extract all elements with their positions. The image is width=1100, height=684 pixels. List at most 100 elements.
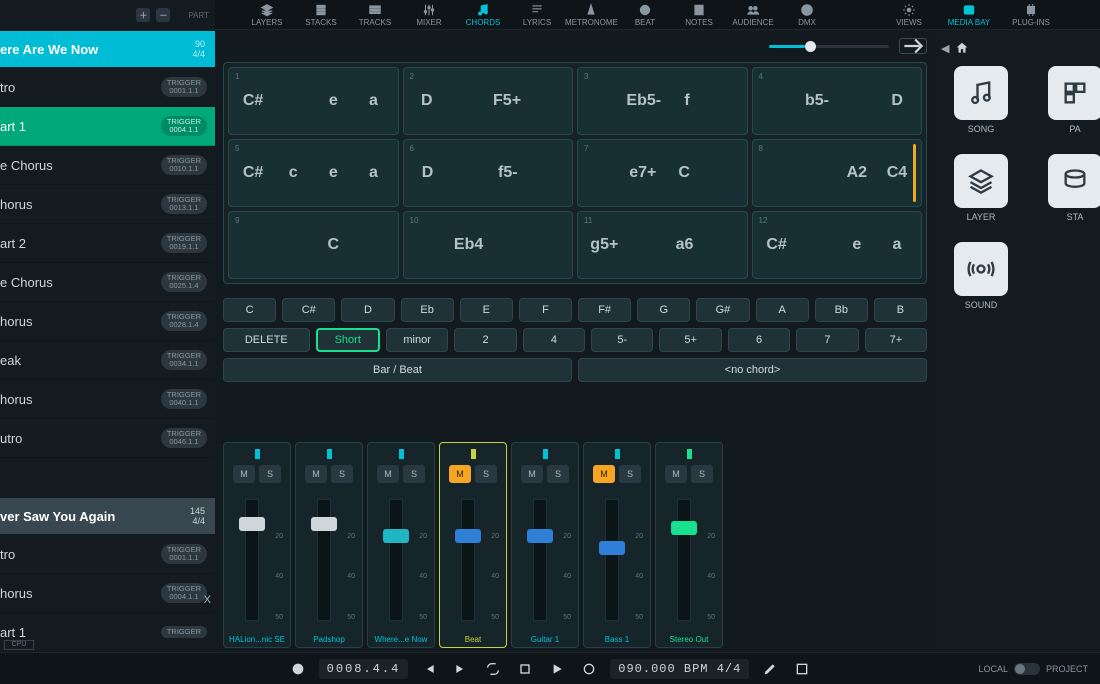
part-row[interactable]: utro TRIGGER0046.1.1 [0,419,215,458]
media-tile-sound[interactable]: SOUND [941,242,1021,310]
chord-bar[interactable]: 2DF5+ [403,67,574,135]
bar-beat-button[interactable]: Bar / Beat [223,358,572,382]
edit-2[interactable]: 2 [454,328,516,352]
nav-tracks[interactable]: TRACKS [349,3,401,27]
root-f[interactable]: F [519,298,572,322]
song-header-2[interactable]: ver Saw You Again 145 4/4 [0,498,215,534]
solo-button[interactable]: S [331,465,353,483]
edit-7[interactable]: 7 [796,328,858,352]
mute-button[interactable]: M [377,465,399,483]
play-button[interactable] [546,658,568,680]
mute-button[interactable]: M [521,465,543,483]
chord-bar[interactable]: 1C#ea [228,67,399,135]
edit-tempo-button[interactable] [759,658,781,680]
no-chord-button[interactable]: <no chord> [578,358,927,382]
chord-bar[interactable]: 9C [228,211,399,279]
channel-strip[interactable]: M S 204050 Padshop [295,442,363,648]
nav-media-bay[interactable]: MEDIA BAY [943,3,995,27]
edit-short[interactable]: Short [316,328,380,352]
fader-handle[interactable] [671,521,697,535]
root-g[interactable]: G [637,298,690,322]
nav-plug-ins[interactable]: PLUG-INS [1005,3,1057,27]
root-eb[interactable]: Eb [401,298,454,322]
nav-lyrics[interactable]: LYRICS [511,3,563,27]
nav-stacks[interactable]: STACKS [295,3,347,27]
channel-strip[interactable]: M S 204050 Stereo Out [655,442,723,648]
part-row[interactable]: art 1 TRIGGER0004.1.1 [0,107,215,146]
solo-button[interactable]: S [259,465,281,483]
zoom-slider[interactable] [769,45,889,48]
chord-bar[interactable]: 5C#cea [228,139,399,207]
record-button[interactable] [578,658,600,680]
chord-bar[interactable]: 10Eb4 [403,211,574,279]
chord-bar[interactable]: 11g5+a6 [577,211,748,279]
chord-bar[interactable]: 3Eb5-f [577,67,748,135]
solo-button[interactable]: S [547,465,569,483]
chord-bar[interactable]: 6Df5- [403,139,574,207]
prev-marker-button[interactable] [418,658,440,680]
root-gsharp[interactable]: G# [696,298,749,322]
chord-bar[interactable]: 8A2C4 [752,139,923,207]
part-row[interactable]: art 2 TRIGGER0019.1.1 [0,224,215,263]
part-row[interactable]: horus TRIGGER0004.1.1 [0,574,215,613]
local-project-switch[interactable] [1014,663,1040,675]
media-tile-song[interactable]: SONG [941,66,1021,134]
root-b[interactable]: B [874,298,927,322]
fader-handle[interactable] [455,529,481,543]
nav-mixer[interactable]: MIXER [403,3,455,27]
edit-5[interactable]: 5+ [659,328,721,352]
root-c[interactable]: C [223,298,276,322]
fader-handle[interactable] [311,517,337,531]
nav-layers[interactable]: LAYERS [241,3,293,27]
root-d[interactable]: D [341,298,394,322]
part-row[interactable]: tro TRIGGER0001.1.1 [0,68,215,107]
close-sidebar-button[interactable]: X [204,594,211,606]
media-tile-pa[interactable]: PA [1035,66,1100,134]
part-row[interactable]: eak TRIGGER0034.1.1 [0,341,215,380]
chord-bar[interactable]: 4b5-D [752,67,923,135]
nav-dmx[interactable]: DMX [781,3,833,27]
channel-strip[interactable]: M S 204050 Bass 1 [583,442,651,648]
metronome-toggle[interactable] [287,658,309,680]
nav-chords[interactable]: CHORDS [457,3,509,27]
marker-checkbox[interactable] [791,658,813,680]
channel-strip[interactable]: M S 204050 Beat [439,442,507,648]
edit-4[interactable]: 4 [523,328,585,352]
part-row[interactable]: horus TRIGGER0013.1.1 [0,185,215,224]
mute-button[interactable]: M [449,465,471,483]
fader-handle[interactable] [383,529,409,543]
nav-beat[interactable]: BEAT [619,3,671,27]
song-position[interactable]: 0008.4.4 [319,659,409,679]
solo-button[interactable]: S [691,465,713,483]
fader-handle[interactable] [599,541,625,555]
root-fsharp[interactable]: F# [578,298,631,322]
mute-button[interactable]: M [305,465,327,483]
tempo-display[interactable]: 090.000 BPM 4/4 [610,659,749,679]
part-row[interactable]: e Chorus TRIGGER0010.1.1 [0,146,215,185]
sidebar-remove-button[interactable]: － [156,8,170,22]
root-csharp[interactable]: C# [282,298,335,322]
solo-button[interactable]: S [475,465,497,483]
next-marker-button[interactable] [450,658,472,680]
root-e[interactable]: E [460,298,513,322]
media-tile-sta[interactable]: STA [1035,154,1100,222]
detach-button[interactable] [899,38,927,54]
channel-strip[interactable]: M S 204050 HALion...nic SE [223,442,291,648]
edit-minor[interactable]: minor [386,328,448,352]
chord-bar[interactable]: 7e7+C [577,139,748,207]
edit-5[interactable]: 5- [591,328,653,352]
loop-button[interactable] [482,658,504,680]
nav-metronome[interactable]: METRONOME [565,3,617,27]
home-icon[interactable] [955,41,969,55]
part-row[interactable]: horus TRIGGER0028.1.4 [0,302,215,341]
root-a[interactable]: A [756,298,809,322]
back-icon[interactable]: ◀ [941,42,949,55]
breadcrumb[interactable]: ◀ [941,38,1094,58]
chord-bar[interactable]: 12C#ea [752,211,923,279]
edit-delete[interactable]: DELETE [223,328,310,352]
sidebar-add-button[interactable]: ＋ [136,8,150,22]
song-header[interactable]: ere Are We Now 90 4/4 [0,31,215,67]
mute-button[interactable]: M [233,465,255,483]
mute-button[interactable]: M [665,465,687,483]
part-row[interactable]: horus TRIGGER0040.1.1 [0,380,215,419]
